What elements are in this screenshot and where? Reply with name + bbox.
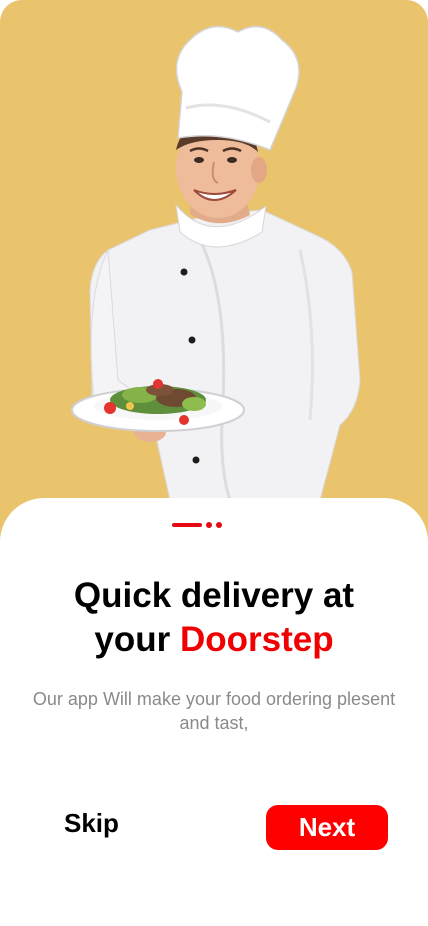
page-indicator-dot: [206, 522, 212, 528]
page-indicator-dot: [216, 522, 222, 528]
onboarding-subtitle: Our app Will make your food ordering ple…: [32, 689, 396, 733]
page-indicator-active: [172, 523, 202, 527]
headline-prefix: your: [94, 620, 171, 659]
skip-button[interactable]: Skip: [64, 808, 119, 839]
onboarding-headline: Quick delivery at your Doorstep: [0, 574, 428, 662]
chef-holding-salad-plate-image: [71, 25, 361, 501]
next-button[interactable]: Next: [266, 805, 388, 850]
headline-line1: Quick delivery at: [73, 576, 355, 615]
page-indicator: [172, 522, 222, 528]
hero-image: [0, 0, 428, 540]
headline-accent: Doorstep: [179, 620, 334, 659]
